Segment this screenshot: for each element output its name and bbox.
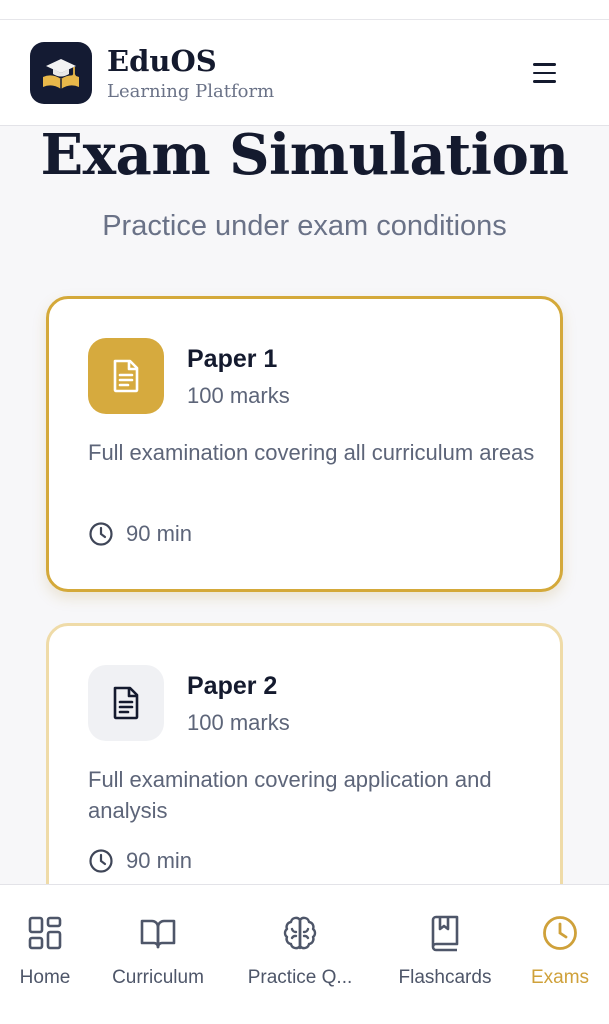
clock-icon xyxy=(543,916,577,950)
nav-label-flashcards: Flashcards xyxy=(398,967,492,988)
nav-label-curriculum: Curriculum xyxy=(112,967,204,988)
hamburger-menu-icon xyxy=(532,63,556,66)
paper-2-duration: 90 min xyxy=(88,848,192,874)
nav-item-exams[interactable]: Exams xyxy=(500,913,609,989)
book-open-icon xyxy=(140,919,176,949)
document-icon xyxy=(113,359,139,393)
clock-icon xyxy=(89,849,113,873)
nav-item-practice-questions[interactable]: Practice Q... xyxy=(240,913,360,989)
brain-icon xyxy=(283,916,317,950)
nav-item-flashcards[interactable]: Flashcards xyxy=(385,913,505,989)
paper-1-description: Full examination covering all curriculum… xyxy=(88,440,535,465)
app-logo[interactable] xyxy=(30,42,92,104)
paper-2-marks: 100 marks xyxy=(187,710,290,735)
nav-label-home: Home xyxy=(19,967,71,988)
paper-2-icon-tile xyxy=(88,665,164,741)
nav-label-practice-questions: Practice Q... xyxy=(247,967,353,988)
paper-1-icon-tile xyxy=(88,338,164,414)
brand-subtitle: Learning Platform xyxy=(107,81,275,102)
paper-2-title: Paper 2 xyxy=(187,672,278,700)
grid-icon xyxy=(28,916,62,950)
nav-item-home[interactable]: Home xyxy=(0,913,105,989)
bottom-navigation: Home Curriculum Practice Q... Flashcards… xyxy=(0,884,609,1024)
bookmark-book-icon xyxy=(431,915,459,952)
nav-item-curriculum[interactable]: Curriculum xyxy=(98,913,218,989)
paper-1-duration-text: 90 min xyxy=(126,521,193,546)
paper-card-1[interactable]: Paper 1 100 marks Full examination cover… xyxy=(46,296,563,592)
paper-1-title: Paper 1 xyxy=(187,345,278,373)
page-title: Exam Simulation xyxy=(40,122,569,188)
nav-label-exams: Exams xyxy=(530,967,590,988)
clock-icon xyxy=(89,522,113,546)
paper-2-duration-text: 90 min xyxy=(126,848,193,873)
status-bar-area xyxy=(0,0,609,20)
brand-name: EduOS xyxy=(107,44,217,78)
app-header: EduOS Learning Platform xyxy=(0,20,609,126)
graduation-cap-book-icon xyxy=(43,59,79,89)
document-icon xyxy=(113,686,139,720)
paper-1-duration: 90 min xyxy=(88,521,192,547)
paper-card-2[interactable]: Paper 2 100 marks Full examination cover… xyxy=(46,623,563,923)
paper-2-description: Full examination covering application an… xyxy=(88,767,492,823)
hamburger-menu-button[interactable] xyxy=(524,58,564,88)
page-subtitle: Practice under exam conditions xyxy=(102,210,507,242)
paper-1-marks: 100 marks xyxy=(187,383,290,408)
